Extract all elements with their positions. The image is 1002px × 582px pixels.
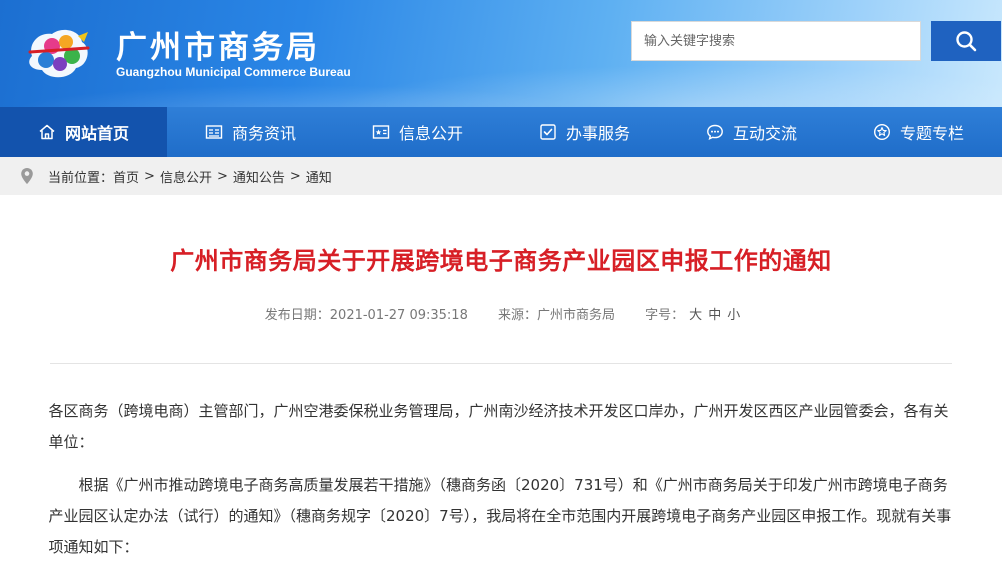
nav-item-services[interactable]: 办事服务 — [501, 107, 668, 157]
breadcrumb: 当前位置： 首页 > 信息公开 > 通知公告 > 通知 — [0, 157, 1002, 195]
nav-item-home[interactable]: 网站首页 — [0, 107, 167, 157]
breadcrumb-link-notice[interactable]: 通知 — [306, 167, 332, 186]
font-size-large-button[interactable]: 大 — [689, 308, 702, 323]
font-size-small-button[interactable]: 小 — [727, 308, 740, 323]
main-nav: 网站首页 商务资讯 信息公开 办事服务 互动交流 专题专栏 — [0, 107, 1002, 157]
site-title: 广州市商务局 — [116, 30, 320, 66]
site-subtitle: Guangzhou Municipal Commerce Bureau — [116, 65, 351, 79]
article-content: 各区商务（跨境电商）主管部门，广州空港委保税业务管理局，广州南沙经济技术开发区口… — [49, 396, 954, 563]
nav-item-special-topics[interactable]: 专题专栏 — [835, 107, 1002, 157]
article-meta: 发布日期：2021-01-27 09:35:18 来源：广州市商务局 字号： 大中… — [0, 304, 1002, 323]
breadcrumb-prefix: 当前位置： — [48, 170, 114, 186]
nav-item-commerce-news[interactable]: 商务资讯 — [167, 107, 334, 157]
chat-icon — [707, 124, 723, 141]
home-icon — [39, 124, 55, 140]
breadcrumb-separator: > — [144, 168, 155, 184]
nav-item-label: 信息公开 — [398, 124, 463, 143]
nav-item-label: 网站首页 — [64, 124, 129, 143]
article-source: 来源：广州市商务局 — [498, 308, 616, 323]
font-size-label: 字号： — [645, 308, 685, 323]
article-paragraph: 各区商务（跨境电商）主管部门，广州空港委保税业务管理局，广州南沙经济技术开发区口… — [48, 402, 949, 451]
article-paragraph: 根据《广州市推动跨境电子商务高质量发展若干措施》（穗商务函〔2020〕731号）… — [48, 476, 952, 556]
location-pin-icon — [21, 168, 33, 184]
publish-date: 发布日期：2021-01-27 09:35:18 — [264, 308, 468, 323]
service-icon — [540, 124, 556, 140]
breadcrumb-separator: > — [216, 168, 228, 184]
nav-item-interaction[interactable]: 互动交流 — [668, 107, 835, 157]
nav-item-info-disclosure[interactable]: 信息公开 — [334, 107, 501, 157]
nav-item-label: 专题专栏 — [899, 124, 964, 143]
search-icon — [956, 31, 977, 52]
info-icon — [372, 125, 390, 139]
nav-item-label: 商务资讯 — [231, 124, 296, 143]
breadcrumb-separator: > — [289, 168, 301, 184]
bureau-logo-icon[interactable] — [22, 22, 94, 84]
news-icon — [205, 125, 223, 139]
site-header: 广州市商务局 Guangzhou Municipal Commerce Bure… — [0, 0, 1002, 107]
breadcrumb-link-announcements[interactable]: 通知公告 — [233, 167, 285, 186]
article: 广州市商务局关于开展跨境电子商务产业园区申报工作的通知 发布日期：2021-01… — [0, 241, 1002, 563]
breadcrumb-link-info-disclosure[interactable]: 信息公开 — [160, 167, 212, 186]
nav-item-label: 办事服务 — [565, 124, 630, 143]
nav-item-label: 互动交流 — [732, 124, 797, 143]
article-divider — [50, 363, 952, 364]
star-icon — [873, 123, 890, 141]
font-size-medium-button[interactable]: 中 — [708, 308, 721, 323]
search-button[interactable] — [931, 21, 1001, 61]
search-input[interactable] — [631, 21, 921, 61]
article-title: 广州市商务局关于开展跨境电子商务产业园区申报工作的通知 — [170, 247, 832, 275]
breadcrumb-link-home[interactable]: 首页 — [113, 167, 139, 186]
